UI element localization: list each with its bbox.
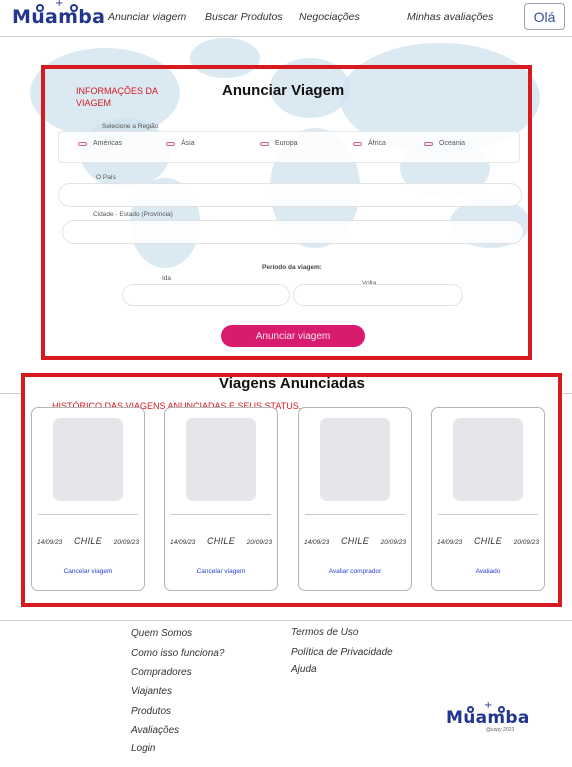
pin-icon [36,4,44,12]
footer-divider [0,620,572,621]
region-option-asia[interactable]: Ásia [166,140,195,147]
region-option-americas[interactable]: Américas [78,140,122,147]
plane-icon: + [55,0,64,9]
region-label: Selecione a Região [102,123,159,130]
trip-image-placeholder [453,418,523,501]
trip-card: 14/09/23 CHILE 20/09/23 Avaliado [431,407,545,591]
radio-icon [353,141,362,146]
trip-country: CHILE [473,536,502,546]
footer-link-produtos[interactable]: Produtos [131,706,171,717]
nav-anunciar-viagem[interactable]: Anunciar viagem [108,11,186,23]
footer-logo: Muamba + [446,700,530,728]
trip-start-date: 14/09/23 [37,539,63,546]
return-date-input[interactable] [293,284,463,306]
country-input[interactable] [58,183,522,207]
footer-link-compradores[interactable]: Compradores [131,667,192,678]
trip-country: CHILE [340,536,369,546]
trip-card: 14/09/23 CHILE 20/09/23 Cancelar viagem [31,407,145,591]
city-input[interactable] [62,220,524,244]
trip-end-date: 20/09/23 [246,539,272,546]
cancel-trip-link[interactable]: Cancelar viagem [32,568,144,575]
nav-negociacoes[interactable]: Negociações [299,11,360,23]
footer-link-viajantes[interactable]: Viajantes [131,686,172,697]
logo-text: Muamba [12,6,106,28]
trip-end-date: 20/09/23 [113,539,139,546]
footer-link-quem-somos[interactable]: Quem Somos [131,628,192,639]
region-option-africa[interactable]: África [353,140,386,147]
footer-link-ajuda[interactable]: Ajuda [291,664,317,675]
rate-buyer-link[interactable]: Avaliar comprador [299,568,411,575]
footer-link-login[interactable]: Login [131,743,155,754]
user-menu-button[interactable]: Olá [524,3,565,30]
radio-icon [260,141,269,146]
trip-card: 14/09/23 CHILE 20/09/23 Cancelar viagem [164,407,278,591]
announce-trip-button[interactable]: Anunciar viagem [221,325,365,347]
section-divider [0,393,21,394]
footer-link-avaliacoes[interactable]: Avaliações [131,725,179,736]
section-divider [562,393,572,394]
region-option-oceania[interactable]: Oceania [424,140,465,147]
cancel-trip-link[interactable]: Cancelar viagem [165,568,277,575]
trip-end-date: 20/09/23 [380,539,406,546]
departure-label: Ida [162,275,172,282]
top-navbar: Muamba + Anunciar viagem Buscar Produtos… [0,0,572,37]
pin-icon [467,706,474,713]
form-title: Anunciar Viagem [222,82,345,99]
trip-country: CHILE [73,536,102,546]
rated-status: Avaliado [475,568,501,575]
period-label: Período da viagem: [262,264,322,271]
nav-minhas-avaliacoes[interactable]: Minhas avaliações [407,11,493,23]
radio-icon [424,141,433,146]
footer-link-termos[interactable]: Termos de Uso [291,627,358,638]
muamba-logo[interactable]: Muamba + [12,0,106,28]
country-label: O País [96,174,116,181]
trip-start-date: 14/09/23 [304,539,330,546]
trip-card: 14/09/23 CHILE 20/09/23 Avaliar comprado… [298,407,412,591]
trip-image-placeholder [186,418,256,501]
footer-link-privacidade[interactable]: Política de Privacidade [291,647,393,658]
region-option-europa[interactable]: Europa [260,140,298,147]
pin-icon [70,4,78,12]
trip-country: CHILE [206,536,235,546]
radio-icon [166,141,175,146]
trip-info-annotation: INFORMAÇÕES DA VIAGEM [76,86,158,108]
copyright: @copy 2023 [486,727,515,733]
radio-icon [78,141,87,146]
pin-icon [498,706,505,713]
trip-start-date: 14/09/23 [437,539,463,546]
trip-end-date: 20/09/23 [513,539,539,546]
trip-image-placeholder [53,418,123,501]
region-selector [58,131,520,163]
city-label: Cidade - Estado (Província) [93,211,173,218]
trip-image-placeholder [320,418,390,501]
departure-date-input[interactable] [122,284,290,306]
plane-icon: + [484,700,493,711]
footer-link-como-funciona[interactable]: Como isso funciona? [131,648,224,659]
nav-buscar-produtos[interactable]: Buscar Produtos [205,11,283,23]
history-title: Viagens Anunciadas [219,375,365,392]
trip-start-date: 14/09/23 [170,539,196,546]
